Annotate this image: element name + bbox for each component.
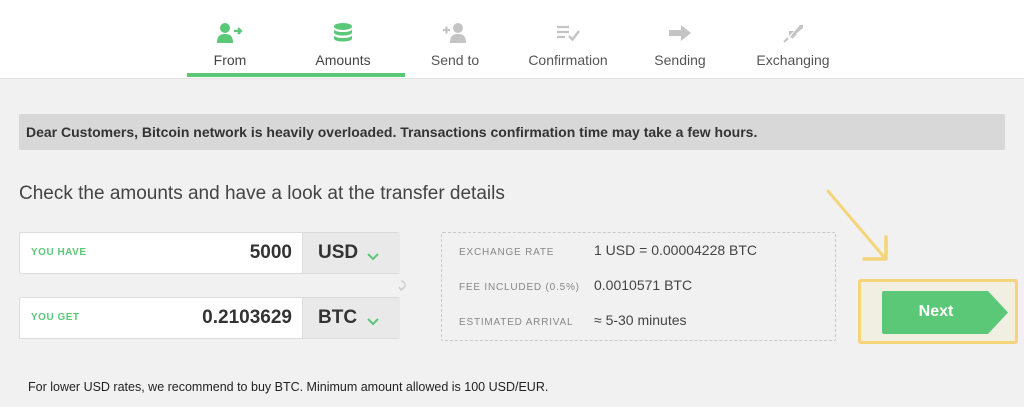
active-step-indicator [187,73,405,77]
fee-label: FEE INCLUDED (0.5%) [459,282,580,293]
user-add-icon [401,22,509,46]
arrow-right-icon [626,22,734,46]
step-label: Confirmation [528,52,608,68]
step-exchanging[interactable]: Exchanging [739,0,847,78]
next-button[interactable]: Next [882,291,1008,334]
step-label: Exchanging [756,52,830,68]
step-label: From [213,52,247,68]
you-get-row: YOU GET 0.2103629 BTC [19,297,400,339]
currency-code: BTC [318,307,358,328]
estimated-arrival-value: ≈ 5-30 minutes [594,312,687,328]
transfer-details: EXCHANGE RATE 1 USD = 0.00004228 BTC FEE… [441,232,836,341]
currency-select-have[interactable]: USD [302,233,400,273]
step-amounts[interactable]: Amounts [289,0,397,78]
swap-icon[interactable] [398,278,410,297]
chevron-down-icon [367,313,379,331]
estimated-arrival-label: ESTIMATED ARRIVAL [459,317,574,328]
exchange-rate-label: EXCHANGE RATE [459,247,555,258]
step-label: Sending [654,52,706,68]
step-from[interactable]: From [176,0,284,78]
user-arrow-icon [176,22,284,46]
hint-arrow-icon [820,185,900,280]
you-get-input[interactable]: YOU GET 0.2103629 [20,298,302,338]
chevron-down-icon [367,248,379,266]
page-title: Check the amounts and have a look at the… [19,183,505,204]
next-button-label: Next [918,303,954,320]
coins-stack-icon [289,22,397,46]
you-get-value[interactable]: 0.2103629 [202,307,292,329]
footnote: For lower USD rates, we recommend to buy… [28,380,549,394]
checklist-icon [514,22,622,46]
currency-select-get[interactable]: BTC [302,298,400,338]
step-sending[interactable]: Sending [626,0,734,78]
you-have-label: YOU HAVE [31,247,87,258]
you-have-row: YOU HAVE 5000 USD [19,232,400,274]
exchange-rate-value: 1 USD = 0.00004228 BTC [594,242,758,258]
fee-value: 0.0010571 BTC [594,277,693,293]
network-notice: Dear Customers, Bitcoin network is heavi… [19,114,1005,150]
step-label: Amounts [315,52,371,68]
rocket-icon [739,22,847,46]
you-have-value[interactable]: 5000 [250,242,292,264]
step-confirmation[interactable]: Confirmation [514,0,622,78]
progress-steps: From Amounts Send to Confirmation Sendin… [0,0,1024,79]
currency-code: USD [318,242,359,263]
you-get-label: YOU GET [31,312,80,323]
step-label: Send to [430,52,480,68]
notice-text: Dear Customers, Bitcoin network is heavi… [26,124,758,140]
step-send-to[interactable]: Send to [401,0,509,78]
you-have-input[interactable]: YOU HAVE 5000 [20,233,302,273]
